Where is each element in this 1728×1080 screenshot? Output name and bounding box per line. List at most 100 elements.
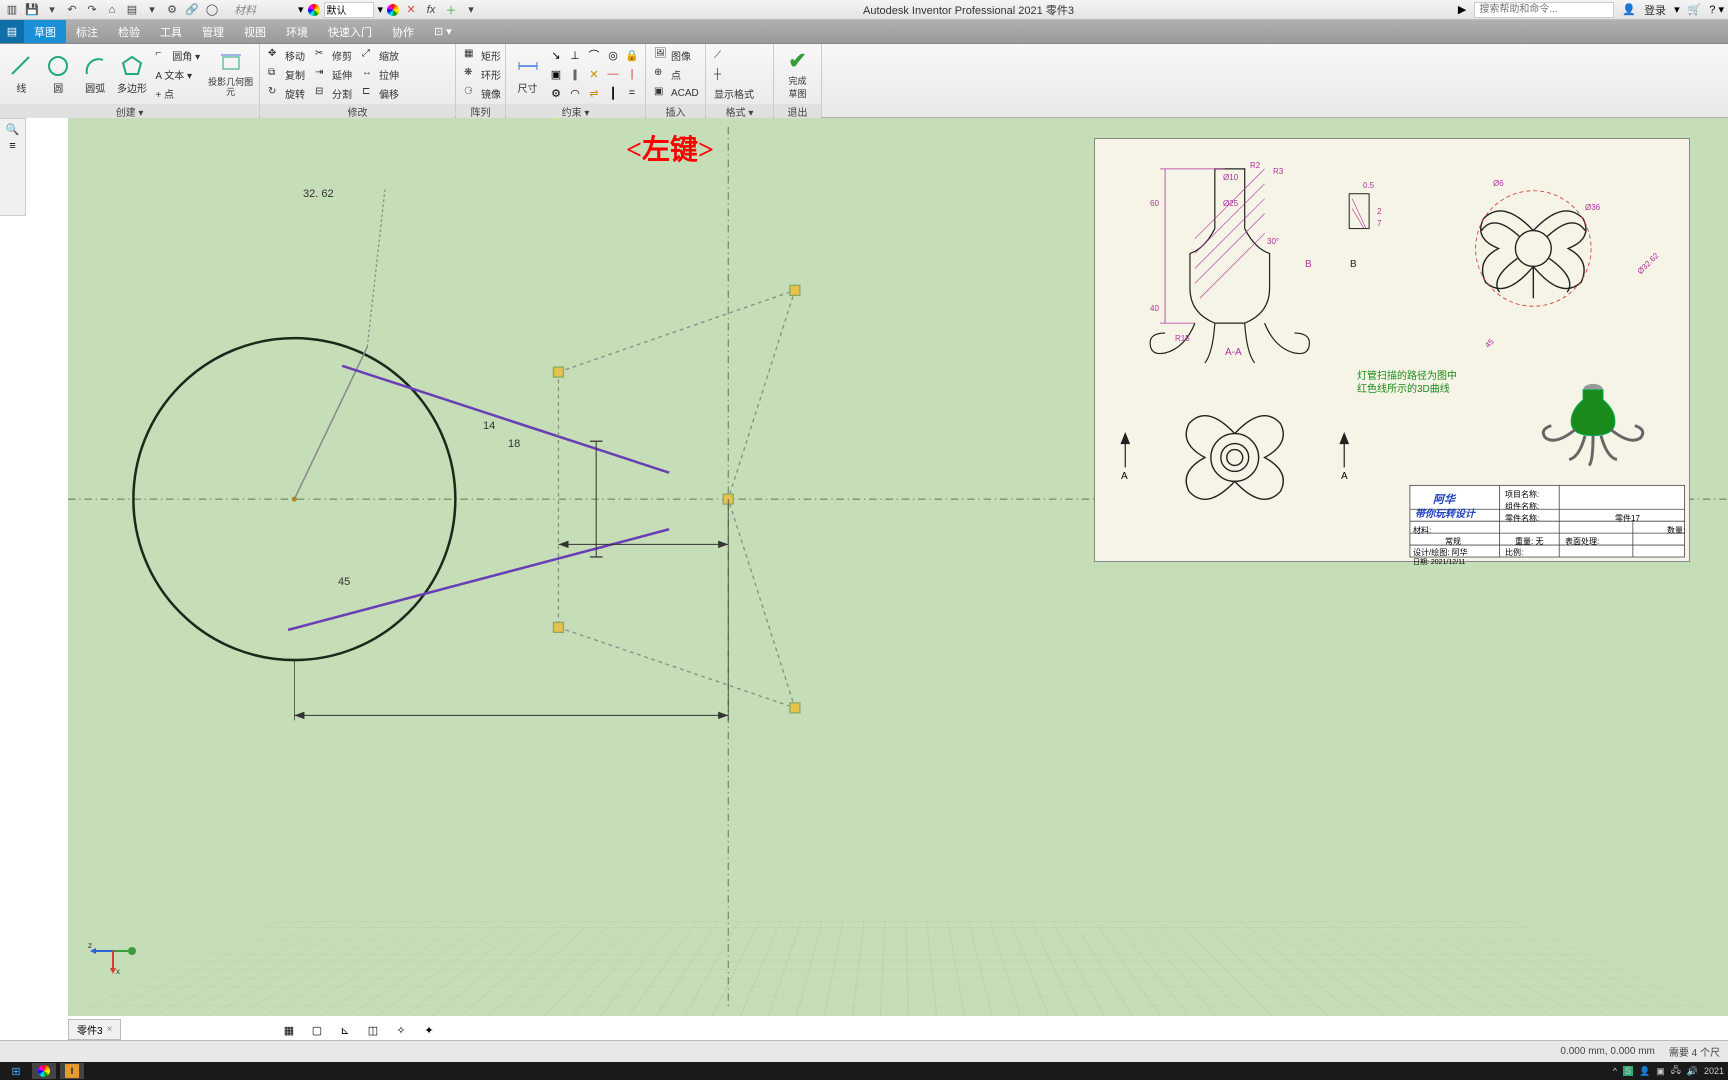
sketch-canvas[interactable]: 32. 62 14 18 45 <左键> ↖: [68, 118, 1728, 1016]
search-arrow-icon[interactable]: ▶: [1458, 3, 1466, 16]
circ-pattern-button[interactable]: ❋环形: [460, 65, 505, 83]
tab-collaborate[interactable]: 协作: [382, 20, 424, 43]
rect-pattern-button[interactable]: ▦矩形: [460, 46, 505, 64]
login-button[interactable]: 登录: [1644, 2, 1666, 18]
tray-vol-icon[interactable]: 🔊: [1687, 1066, 1698, 1077]
redo-icon[interactable]: ↷: [84, 2, 100, 18]
doc-tab-part3[interactable]: 零件3 ×: [68, 1019, 121, 1040]
tab-manage[interactable]: 管理: [192, 20, 234, 43]
link-icon[interactable]: 🔗: [184, 2, 200, 18]
tab-environment[interactable]: 环境: [276, 20, 318, 43]
dim-18[interactable]: 18: [508, 438, 520, 450]
split-button[interactable]: ⊟分割: [311, 84, 356, 102]
snap-icon[interactable]: ▢: [308, 1021, 326, 1039]
tray-cast-icon[interactable]: ▣: [1656, 1066, 1665, 1077]
undo-icon[interactable]: ↶: [64, 2, 80, 18]
appearance-select[interactable]: [324, 2, 374, 18]
fillet-button[interactable]: ⌐圆角 ▾: [151, 46, 204, 64]
tray-up-icon[interactable]: ^: [1613, 1066, 1617, 1076]
dim-45[interactable]: 45: [338, 576, 350, 588]
appearance-color-icon[interactable]: [308, 4, 320, 16]
insert-image-button[interactable]: 🖼图像: [650, 46, 703, 64]
polygon-button[interactable]: 多边形: [115, 46, 150, 102]
panel-create-label[interactable]: 创建 ▾: [0, 104, 259, 118]
panel-constrain-label[interactable]: 约束 ▾: [506, 104, 645, 118]
circle-qat-icon[interactable]: ◯: [204, 2, 220, 18]
construction-icon[interactable]: ⟋: [710, 46, 758, 64]
system-tray[interactable]: ^ S 👤 ▣ 🖧 🔊 2021: [1613, 1063, 1724, 1079]
dim-14[interactable]: 14: [483, 420, 495, 432]
stretch-button[interactable]: ↔拉伸: [358, 65, 403, 83]
copy-button[interactable]: ⧉复制: [264, 65, 309, 83]
help-icon[interactable]: ? ▾: [1709, 3, 1724, 16]
ortho-icon[interactable]: ⊾: [336, 1021, 354, 1039]
horizontal-icon[interactable]: —: [604, 65, 622, 83]
snap-misc-icon[interactable]: ✦: [420, 1021, 438, 1039]
snap-settings-icon[interactable]: ✧: [392, 1021, 410, 1039]
login-dropdown-icon[interactable]: ▾: [1674, 3, 1680, 16]
slice-icon[interactable]: ◫: [364, 1021, 382, 1039]
chrome-taskbar-icon[interactable]: [32, 1063, 56, 1079]
mirror-button[interactable]: ⚆镜像: [460, 84, 505, 102]
line-button[interactable]: 线: [4, 46, 39, 102]
trim-button[interactable]: ✂修剪: [311, 46, 356, 64]
tab-inspect[interactable]: 检验: [108, 20, 150, 43]
insert-acad-button[interactable]: ▣ACAD: [650, 84, 703, 102]
tab-sketch[interactable]: 草图: [24, 20, 66, 43]
home-icon[interactable]: ⌂: [104, 2, 120, 18]
cart-icon[interactable]: 🛒: [1688, 3, 1702, 16]
sheet-icon[interactable]: ▤: [124, 2, 140, 18]
auto-dim-icon[interactable]: ↘: [547, 46, 565, 64]
text-button[interactable]: A 文本 ▾: [151, 65, 204, 83]
save-icon[interactable]: 💾: [24, 2, 40, 18]
tray-ime-icon[interactable]: S: [1623, 1066, 1633, 1076]
equal-icon[interactable]: =: [623, 84, 641, 102]
dimension-button[interactable]: 尺寸: [510, 46, 545, 102]
finish-sketch-button[interactable]: ✔ 完成 草图: [778, 46, 817, 102]
show-constraints-icon[interactable]: ▣: [547, 65, 565, 83]
vertical-icon[interactable]: |: [623, 65, 641, 83]
perpendicular-icon[interactable]: ⊥: [566, 46, 584, 64]
appearance-dropdown-icon[interactable]: ▾: [378, 3, 384, 16]
project-geometry-button[interactable]: 投影几何图元: [206, 46, 255, 102]
dropdown-icon[interactable]: ▾: [44, 2, 60, 18]
coincident-icon[interactable]: ✕: [585, 65, 603, 83]
insert-point-button[interactable]: ⊕点: [650, 65, 703, 83]
close-tab-icon[interactable]: ×: [107, 1024, 113, 1035]
dim-32-62[interactable]: 32. 62: [303, 188, 334, 200]
parallel-icon[interactable]: ∥: [566, 65, 584, 83]
ribbon-collapse-icon[interactable]: [1720, 20, 1728, 43]
circle-button[interactable]: 圆: [41, 46, 76, 102]
start-button[interactable]: ⊞: [4, 1063, 28, 1079]
help-search-input[interactable]: [1474, 2, 1614, 18]
tab-extra-icon[interactable]: ⊡ ▾: [424, 20, 462, 43]
tab-tools[interactable]: 工具: [150, 20, 192, 43]
scale-button[interactable]: ⤢缩放: [358, 46, 403, 64]
fix-icon[interactable]: 🔒: [623, 46, 641, 64]
move-button[interactable]: ✥移动: [264, 46, 309, 64]
tab-annotate[interactable]: 标注: [66, 20, 108, 43]
concentric-icon[interactable]: ◎: [604, 46, 622, 64]
panel-format-label[interactable]: 格式 ▾: [706, 104, 773, 118]
tray-net-icon[interactable]: 🖧: [1671, 1063, 1681, 1079]
centerline-icon[interactable]: ┼: [710, 65, 758, 83]
point-button[interactable]: + 点: [151, 84, 204, 102]
tab-view[interactable]: 视图: [234, 20, 276, 43]
arc-button[interactable]: 圆弧: [78, 46, 113, 102]
smooth-icon[interactable]: ◠: [566, 84, 584, 102]
rotate-button[interactable]: ↻旋转: [264, 84, 309, 102]
app-menu-icon[interactable]: ▥: [4, 2, 20, 18]
fx-icon[interactable]: fx: [423, 2, 439, 18]
plus-icon[interactable]: ＋: [443, 2, 459, 18]
constraint-settings-icon[interactable]: ⚙: [547, 84, 565, 102]
assembly-icon[interactable]: ⚙: [164, 2, 180, 18]
material-dropdown-icon[interactable]: ▾: [298, 3, 304, 16]
file-tab[interactable]: ▤: [0, 20, 24, 43]
view-triad[interactable]: z x: [88, 926, 138, 976]
tab-getstarted[interactable]: 快速入门: [318, 20, 382, 43]
inventor-taskbar-icon[interactable]: I: [60, 1063, 84, 1079]
symmetric-icon[interactable]: ⇌: [585, 84, 603, 102]
tangent-icon[interactable]: ⌒: [585, 46, 603, 64]
tray-clock[interactable]: 2021: [1704, 1066, 1724, 1076]
dropdown2-icon[interactable]: ▾: [144, 2, 160, 18]
